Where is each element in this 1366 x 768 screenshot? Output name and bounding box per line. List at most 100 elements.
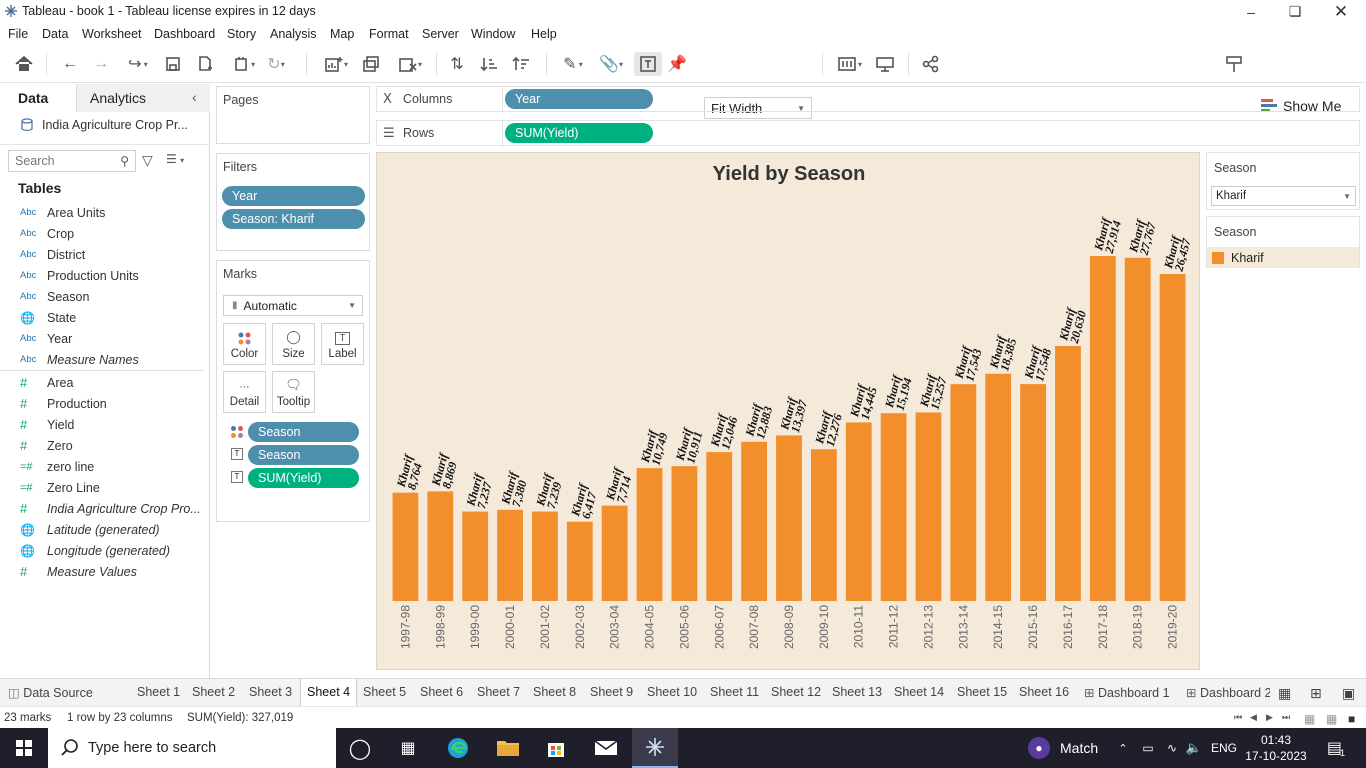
tab-sheet-11[interactable]: Sheet 11 (710, 685, 759, 699)
bar-1998-99[interactable] (427, 491, 454, 601)
group-members-icon[interactable]: 📎 ▾ (596, 52, 626, 76)
bar-2002-03[interactable] (566, 521, 593, 601)
bar-2011-12[interactable] (880, 413, 907, 601)
color-button[interactable]: Color (223, 323, 266, 365)
field-production-units[interactable]: Abc Production Units (0, 265, 205, 286)
fix-axes-icon[interactable]: 📌 (666, 52, 688, 76)
share-icon[interactable] (920, 52, 942, 76)
bar-2012-13[interactable] (915, 412, 942, 601)
clock[interactable]: 01:43 17-10-2023 (1244, 728, 1308, 768)
refresh-icon[interactable]: ↻ ▾ (264, 52, 288, 76)
field-zero-line-calc[interactable]: =# zero line (0, 456, 205, 477)
bar-2018-19[interactable] (1124, 257, 1151, 601)
cortana-icon[interactable]: ◯ (340, 728, 380, 768)
view-options-icon[interactable]: ☰ ▾ (166, 152, 184, 166)
tab-sheet-16[interactable]: Sheet 16 (1019, 685, 1069, 699)
close-button[interactable]: ✕ (1318, 0, 1364, 23)
format-painter-icon[interactable] (1222, 52, 1246, 76)
collapse-pane-icon[interactable]: ‹ (192, 89, 197, 105)
field-longitude[interactable]: 🌐 Longitude (generated) (0, 540, 205, 561)
prev-sheet-icon[interactable]: ◀ (1250, 712, 1257, 723)
bar-2019-20[interactable] (1159, 274, 1186, 601)
field-district[interactable]: Abc District (0, 244, 205, 265)
detail-button[interactable]: ⋯ Detail (223, 371, 266, 413)
menu-window[interactable]: Window (471, 27, 515, 41)
new-worksheet-tab-icon[interactable]: ▦ (1278, 685, 1291, 702)
bar-2010-11[interactable] (845, 422, 872, 601)
rows-shelf[interactable]: ☰ Rows SUM(Yield) (376, 120, 1360, 147)
bar-2005-06[interactable] (671, 466, 698, 601)
bar-1997-98[interactable] (392, 492, 419, 601)
filter-pill-season[interactable]: Season: Kharif (222, 209, 365, 229)
tab-data-source[interactable]: ◫ Data Source (8, 685, 93, 700)
menu-help[interactable]: Help (531, 27, 557, 41)
menu-data[interactable]: Data (42, 27, 68, 41)
marks-pill-sum-yield[interactable]: SUM(Yield) (248, 468, 359, 488)
datasource-item[interactable]: India Agriculture Crop Pr... (20, 118, 188, 132)
field-yield[interactable]: # Yield (0, 414, 205, 435)
new-worksheet-icon[interactable]: ▾ (318, 52, 354, 76)
field-production[interactable]: # Production (0, 393, 205, 414)
menu-format[interactable]: Format (369, 27, 409, 41)
bar-2000-01[interactable] (497, 509, 523, 601)
filters-card[interactable]: Filters Year Season: Kharif (216, 153, 370, 251)
label-button[interactable]: T Label (321, 323, 364, 365)
store-icon[interactable] (536, 728, 576, 768)
field-crop[interactable]: Abc Crop (0, 223, 205, 244)
task-view-icon[interactable]: ▦ (388, 728, 428, 768)
minimize-button[interactable]: – (1228, 0, 1274, 23)
sorter-view-icon[interactable]: ▦ (1326, 712, 1337, 726)
field-measure-values[interactable]: # Measure Values (0, 561, 205, 582)
bar-2015-16[interactable] (1020, 384, 1046, 601)
save-icon[interactable] (162, 52, 184, 76)
tab-sheet-9[interactable]: Sheet 9 (590, 685, 633, 699)
swap-rows-columns-icon[interactable]: ⇅ (446, 52, 468, 76)
field-latitude[interactable]: 🌐 Latitude (generated) (0, 519, 205, 540)
tab-sheet-5[interactable]: Sheet 5 (363, 685, 406, 699)
field-year[interactable]: Abc Year (0, 328, 205, 349)
show-hidden-icons-icon[interactable]: ⌃ (1114, 728, 1132, 768)
last-sheet-icon[interactable]: ⏭ (1282, 712, 1290, 723)
tab-analytics[interactable]: Analytics (90, 84, 146, 112)
bar-2008-09[interactable] (776, 435, 802, 601)
bar-2016-17[interactable] (1055, 346, 1081, 601)
field-area-units[interactable]: Abc Area Units (0, 202, 205, 223)
search-input[interactable]: Search ⚲ (8, 150, 136, 172)
show-hide-cards-icon[interactable]: ▾ (832, 52, 868, 76)
bar-1999-00[interactable] (462, 511, 489, 601)
pages-card[interactable]: Pages (216, 86, 370, 144)
field-zero-line[interactable]: =# Zero Line (0, 477, 205, 498)
menu-story[interactable]: Story (227, 27, 256, 41)
mark-type-dropdown[interactable]: ▮ Automatic ▼ (223, 295, 363, 316)
columns-shelf[interactable]: Ⅹ Columns Year (376, 86, 1360, 113)
bar-2001-02[interactable] (532, 511, 558, 601)
wifi-icon[interactable]: ∿ (1162, 728, 1182, 768)
season-filter-dropdown[interactable]: Kharif ▼ (1211, 186, 1356, 206)
battery-icon[interactable]: ▭ (1138, 728, 1158, 768)
menu-worksheet[interactable]: Worksheet (82, 27, 142, 41)
field-zero[interactable]: # Zero (0, 435, 205, 456)
new-story-tab-icon[interactable]: ▣ (1342, 685, 1355, 702)
field-state[interactable]: 🌐 State (0, 307, 205, 328)
file-explorer-icon[interactable] (488, 728, 528, 768)
menu-server[interactable]: Server (422, 27, 459, 41)
windows-start-icon[interactable] (0, 728, 48, 768)
marks-pill-season-label[interactable]: Season (248, 445, 359, 465)
bar-2014-15[interactable] (985, 373, 1012, 601)
weather-widget[interactable]: ● Match (1028, 728, 1118, 768)
edge-icon[interactable] (438, 728, 478, 768)
new-dashboard-tab-icon[interactable]: ⊞ (1310, 685, 1322, 702)
tab-sheet-15[interactable]: Sheet 15 (957, 685, 1007, 699)
replay-icon[interactable]: ↪ ▾ (120, 52, 156, 76)
bar-2003-04[interactable] (601, 505, 628, 601)
home-icon[interactable] (12, 52, 36, 76)
tab-sheet-8[interactable]: Sheet 8 (533, 685, 576, 699)
menu-file[interactable]: File (8, 27, 28, 41)
tabs-view-icon[interactable]: ■ (1348, 712, 1355, 726)
tab-dashboard-2[interactable]: ⊞ Dashboard 2 (1186, 685, 1270, 700)
field-season[interactable]: Abc Season (0, 286, 205, 307)
new-datasource-icon[interactable] (194, 52, 216, 76)
redo-icon[interactable]: → (89, 52, 113, 76)
tab-sheet-13[interactable]: Sheet 13 (832, 685, 882, 699)
presentation-mode-icon[interactable] (874, 52, 896, 76)
